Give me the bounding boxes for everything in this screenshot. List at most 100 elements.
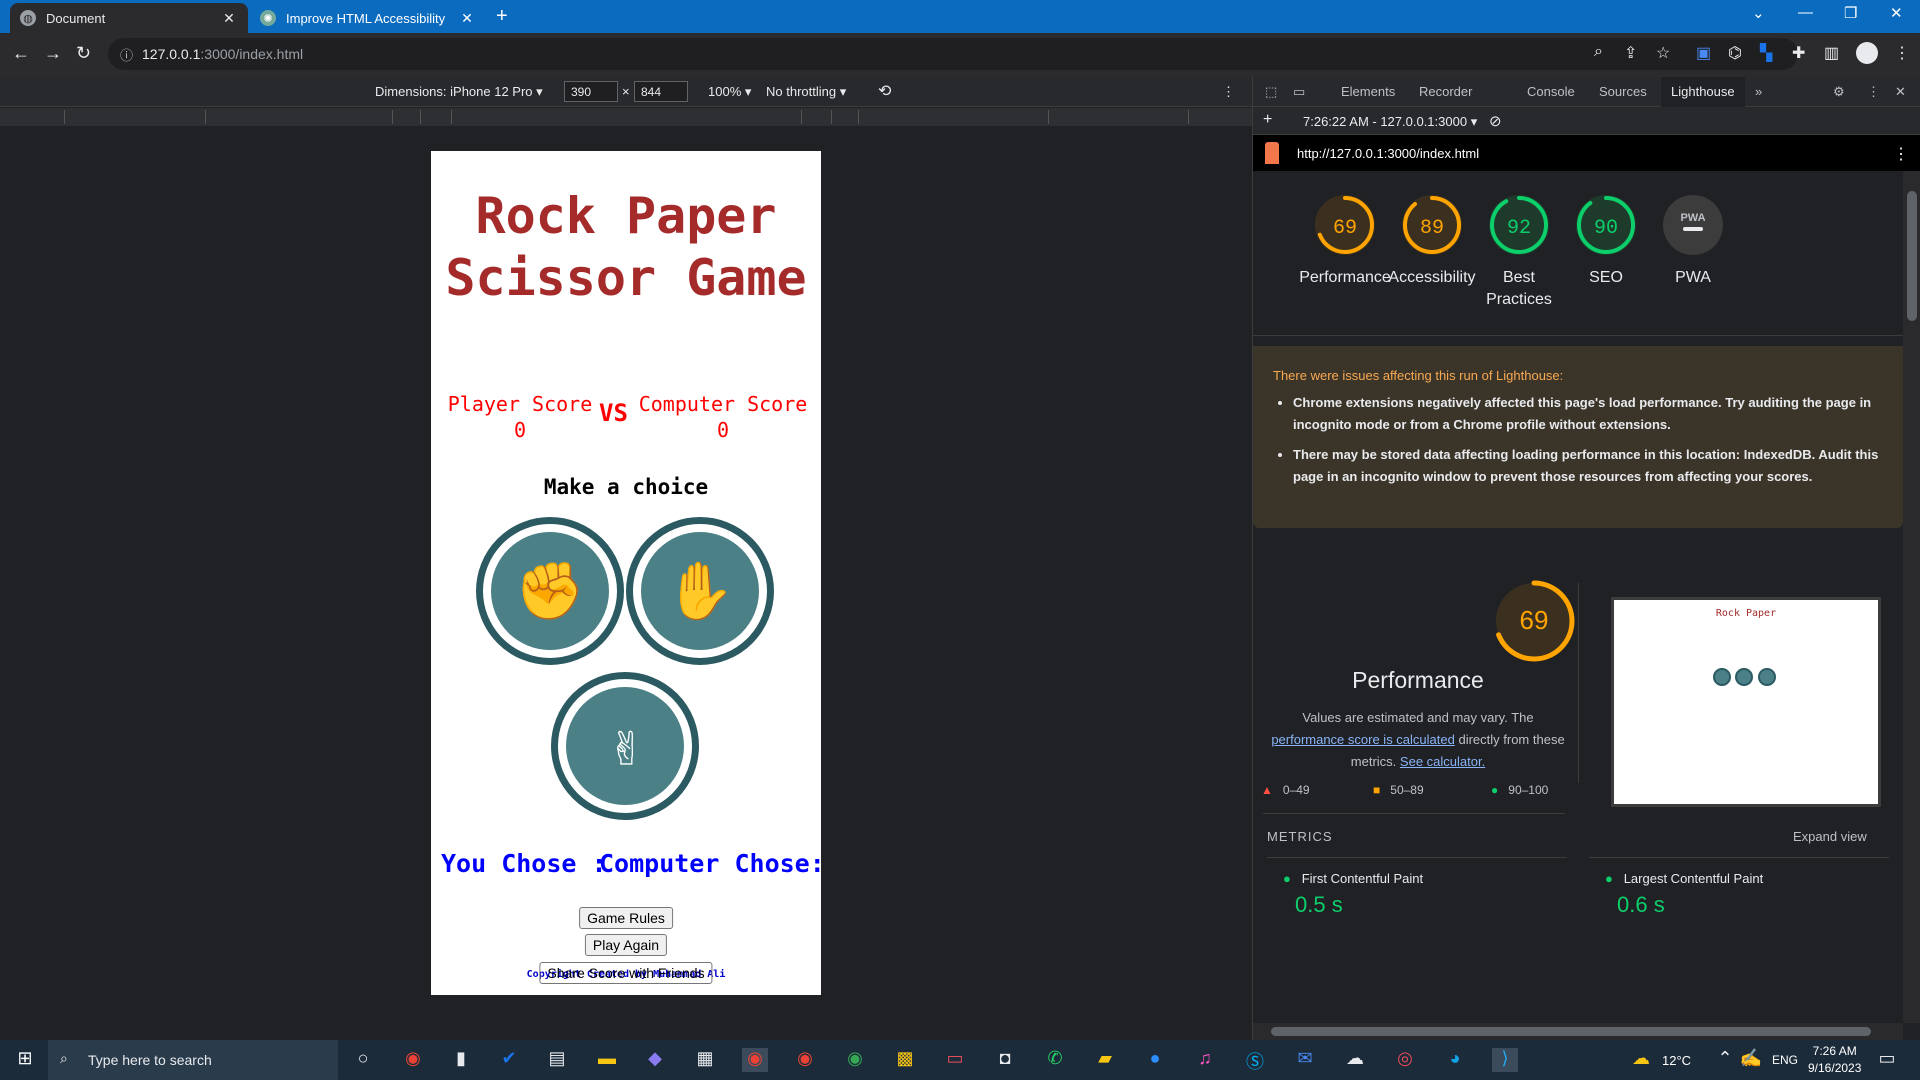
- camera-icon[interactable]: ◘: [992, 1048, 1018, 1072]
- device-height-input[interactable]: [634, 81, 688, 102]
- final-screenshot-thumbnail[interactable]: Rock Paper: [1611, 597, 1881, 807]
- game-rules-button[interactable]: Game Rules: [579, 907, 673, 929]
- scrollbar-thumb[interactable]: [1271, 1027, 1871, 1036]
- expand-view-toggle[interactable]: Expand view: [1793, 829, 1867, 844]
- new-tab-icon[interactable]: +: [496, 5, 508, 28]
- record-icon[interactable]: ◎: [1392, 1048, 1418, 1072]
- tab-elements[interactable]: Elements: [1341, 84, 1395, 99]
- legend-average: ■ 50–89: [1373, 783, 1424, 797]
- omnibox[interactable]: ⓘ 127.0.0.1:3000/index.html: [108, 38, 1798, 70]
- minimize-icon[interactable]: —: [1798, 4, 1813, 21]
- profile-avatar[interactable]: [1856, 42, 1878, 64]
- vscode-icon[interactable]: ⟩: [1492, 1048, 1518, 1072]
- globe-icon: ◍: [20, 10, 36, 26]
- new-report-icon[interactable]: +: [1263, 111, 1272, 129]
- close-window-icon[interactable]: ✕: [1890, 4, 1903, 22]
- restore-icon[interactable]: ❐: [1844, 4, 1857, 22]
- whatsapp-icon[interactable]: ✆: [1042, 1048, 1068, 1072]
- vertical-scrollbar[interactable]: [1903, 171, 1920, 1023]
- rotate-icon[interactable]: ⟲: [878, 81, 891, 101]
- site-info-icon[interactable]: ⓘ: [120, 45, 133, 64]
- chrome-icon[interactable]: ◉: [842, 1048, 868, 1072]
- rock-choice[interactable]: ✊: [476, 517, 624, 665]
- tab-improve-html[interactable]: ✺ Improve HTML Accessibility ✕: [250, 3, 486, 33]
- perf-score-calc-link[interactable]: performance score is calculated: [1271, 732, 1455, 747]
- extension-icon[interactable]: ⌬: [1728, 43, 1742, 63]
- media-query-ruler[interactable]: [0, 108, 1252, 126]
- app-icon[interactable]: ◆: [642, 1048, 668, 1072]
- horizontal-scrollbar[interactable]: [1253, 1023, 1903, 1040]
- device-menu-kebab-icon[interactable]: ⋮: [1222, 84, 1235, 100]
- share-score-button[interactable]: Share Score with Friends: [539, 962, 713, 984]
- scissors-choice[interactable]: ✌: [551, 672, 699, 820]
- chrome-icon[interactable]: ◉: [400, 1048, 426, 1072]
- zoom-app-icon[interactable]: ●: [1142, 1048, 1168, 1072]
- devtools-menu-kebab-icon[interactable]: ⋮: [1867, 84, 1880, 100]
- settings-gear-icon[interactable]: ⚙: [1833, 84, 1845, 100]
- skype-icon[interactable]: Ⓢ: [1242, 1048, 1268, 1072]
- language-indicator[interactable]: ENG: [1772, 1053, 1798, 1067]
- mail-icon[interactable]: ✉: [1292, 1048, 1318, 1072]
- file-explorer-icon[interactable]: ▬: [594, 1048, 620, 1072]
- chrome-icon[interactable]: ◉: [742, 1048, 768, 1072]
- more-tabs-icon[interactable]: »: [1755, 84, 1762, 99]
- taskbar-clock[interactable]: 7:26 AM 9/16/2023: [1808, 1043, 1861, 1077]
- taskbar-search[interactable]: ⌕ Type here to search: [48, 1040, 338, 1080]
- extension-icon[interactable]: ▚: [1760, 43, 1772, 63]
- todo-icon[interactable]: ✔: [496, 1048, 522, 1072]
- paper-choice[interactable]: ✋: [626, 517, 774, 665]
- chrome-icon[interactable]: ◉: [792, 1048, 818, 1072]
- app-icon[interactable]: ☁: [1342, 1048, 1368, 1072]
- zoom-icon[interactable]: ⌕: [1594, 43, 1603, 61]
- menu-kebab-icon[interactable]: ⋮: [1894, 43, 1910, 63]
- performance-title: Performance: [1352, 667, 1484, 693]
- score-gauge-pwa[interactable]: PWA PWA: [1639, 193, 1747, 289]
- reload-icon[interactable]: ↻: [76, 43, 91, 64]
- tab-document[interactable]: ◍ Document ✕: [10, 3, 248, 33]
- notifications-icon[interactable]: ▭: [1874, 1048, 1900, 1072]
- app-icon[interactable]: ▮: [448, 1048, 474, 1072]
- gauge-ring: 90: [1576, 195, 1636, 255]
- tab-sources[interactable]: Sources: [1599, 84, 1647, 99]
- app-icon[interactable]: ▭: [942, 1048, 968, 1072]
- bookmark-star-icon[interactable]: ☆: [1656, 43, 1670, 63]
- vs-label: VS: [599, 399, 628, 427]
- inspect-element-icon[interactable]: ⬚: [1265, 84, 1277, 100]
- edge-icon[interactable]: ◕: [1442, 1048, 1468, 1072]
- scrollbar-thumb[interactable]: [1907, 191, 1917, 321]
- notepad-icon[interactable]: ▤: [544, 1048, 570, 1072]
- tab-lighthouse[interactable]: Lighthouse: [1661, 77, 1745, 107]
- zoom-dropdown[interactable]: 100% ▾: [708, 84, 751, 100]
- tray-chevron-icon[interactable]: ⌃: [1712, 1048, 1738, 1072]
- device-dimensions-dropdown[interactable]: Dimensions: iPhone 12 Pro ▾: [375, 84, 543, 100]
- back-icon[interactable]: ←: [12, 43, 30, 64]
- itunes-icon[interactable]: ♫: [1192, 1048, 1218, 1072]
- throttling-dropdown[interactable]: No throttling ▾: [766, 84, 846, 100]
- close-devtools-icon[interactable]: ✕: [1895, 84, 1906, 100]
- device-width-input[interactable]: [564, 81, 618, 102]
- svg-text:89: 89: [1420, 217, 1444, 240]
- play-again-button[interactable]: Play Again: [584, 934, 668, 956]
- see-calculator-link[interactable]: See calculator.: [1400, 754, 1485, 769]
- device-toggle-icon[interactable]: ▭: [1293, 84, 1305, 100]
- extensions-puzzle-icon[interactable]: ✚: [1792, 43, 1805, 63]
- tab-console[interactable]: Console: [1527, 84, 1575, 99]
- gauge-ring: 89: [1402, 195, 1462, 255]
- app-icon[interactable]: ▩: [892, 1048, 918, 1072]
- clear-icon[interactable]: ⊘: [1489, 112, 1502, 130]
- tab-recorder[interactable]: Recorder: [1419, 84, 1472, 99]
- report-menu-kebab-icon[interactable]: ⋮: [1893, 144, 1909, 164]
- pen-icon[interactable]: ✍: [1738, 1048, 1764, 1072]
- close-tab-icon[interactable]: ✕: [458, 10, 476, 27]
- share-icon[interactable]: ⇪: [1624, 43, 1637, 63]
- translate-extension-icon[interactable]: ▣: [1696, 43, 1711, 63]
- report-selector[interactable]: 7:26:22 AM - 127.0.0.1:3000 ▾: [1303, 114, 1477, 130]
- sticky-notes-icon[interactable]: ▰: [1092, 1048, 1118, 1072]
- forward-icon[interactable]: →: [44, 43, 62, 64]
- tab-search-icon[interactable]: ⌄: [1752, 4, 1765, 22]
- calculator-icon[interactable]: ▦: [692, 1048, 718, 1072]
- close-tab-icon[interactable]: ✕: [220, 10, 238, 27]
- cortana-icon[interactable]: ○: [350, 1048, 376, 1072]
- side-panel-icon[interactable]: ▥: [1824, 43, 1839, 63]
- windows-start-icon[interactable]: ⊞: [12, 1048, 38, 1072]
